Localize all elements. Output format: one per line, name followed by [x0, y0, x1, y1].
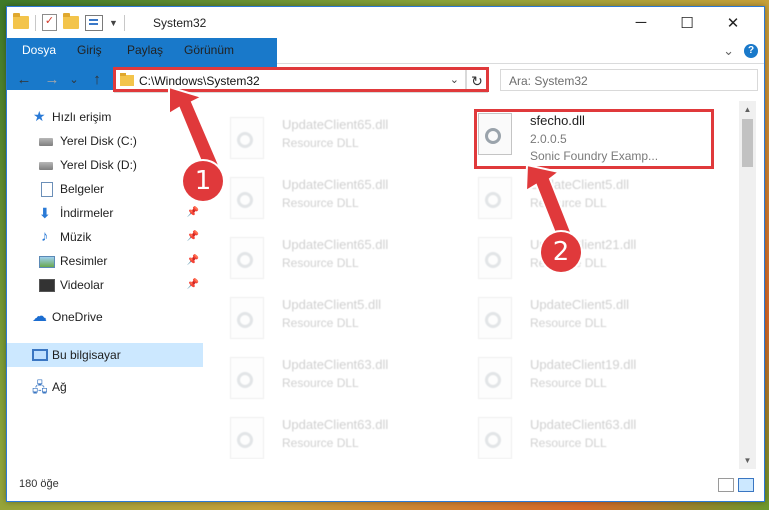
- arrow-1: [168, 85, 221, 173]
- step-2-badge: 2: [541, 232, 581, 272]
- arrow-2: [524, 163, 575, 245]
- explorer-window: ✓ ▼ System32 ─ ☐ ✕ Dosya Giriş Paylaş Gö…: [6, 6, 765, 502]
- step-1-badge: 1: [183, 161, 223, 201]
- annotation-arrows: [168, 85, 575, 245]
